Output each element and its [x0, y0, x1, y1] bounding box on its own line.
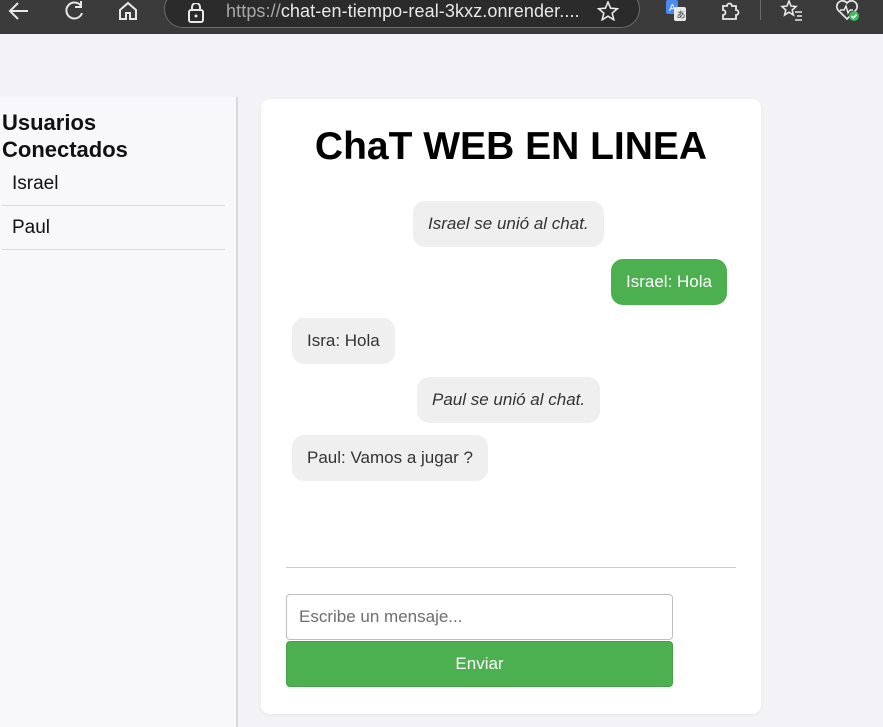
system-message: Israel se unió al chat.	[413, 201, 604, 247]
connected-users-list: Israel Paul	[2, 162, 225, 250]
address-bar[interactable]: https://chat-en-tiempo-real-3kxz.onrende…	[164, 0, 640, 28]
home-icon[interactable]	[111, 0, 145, 22]
incoming-message: Paul: Vamos a jugar ?	[292, 435, 488, 481]
refresh-icon[interactable]	[57, 0, 91, 22]
favorites-list-icon[interactable]	[775, 0, 809, 22]
url-text: https://chat-en-tiempo-real-3kxz.onrende…	[226, 1, 580, 21]
svg-text:あ: あ	[677, 10, 686, 20]
favorite-star-icon[interactable]	[597, 1, 619, 21]
user-item: Israel	[2, 162, 225, 206]
user-item: Paul	[2, 206, 225, 250]
toolbar-separator	[760, 0, 761, 20]
chat-panel: ChaT WEB EN LINEA Israel se unió al chat…	[261, 99, 761, 714]
message-input[interactable]	[286, 594, 673, 640]
back-arrow-icon[interactable]	[2, 0, 36, 22]
system-message: Paul se unió al chat.	[417, 377, 601, 423]
browser-essentials-icon[interactable]	[831, 0, 865, 22]
translate-icon[interactable]: Aあ	[659, 0, 693, 22]
extensions-puzzle-icon[interactable]	[713, 0, 747, 22]
sidebar-title: Usuarios Conectados	[2, 110, 128, 162]
chat-title: ChaT WEB EN LINEA	[314, 125, 708, 168]
incoming-message: Isra: Hola	[292, 318, 395, 364]
lock-icon[interactable]	[187, 3, 205, 23]
browser-toolbar: https://chat-en-tiempo-real-3kxz.onrende…	[0, 0, 883, 34]
send-button[interactable]: Enviar	[286, 641, 673, 687]
own-message: Israel: Hola	[611, 259, 727, 305]
messages-divider	[286, 567, 736, 568]
users-sidebar: Usuarios Conectados Israel Paul	[0, 97, 238, 727]
